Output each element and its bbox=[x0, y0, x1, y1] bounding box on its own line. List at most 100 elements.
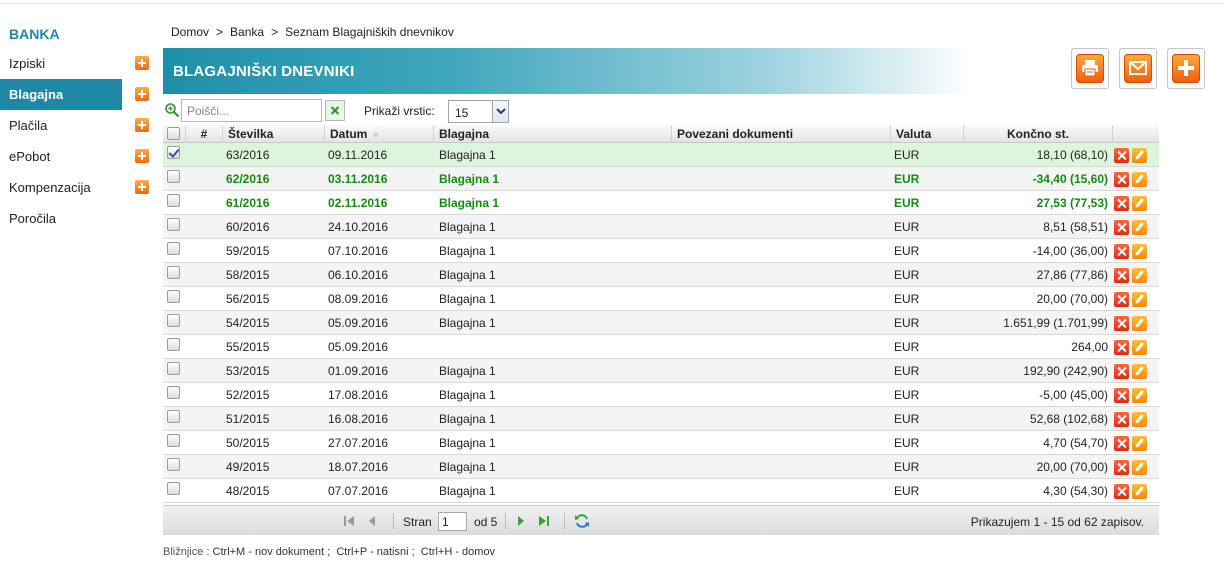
previous-page-icon[interactable] bbox=[366, 515, 378, 527]
table-row[interactable]: 49/2015 18.07.2016 Blagajna 1 EUR 20,00 (70,… bbox=[163, 455, 1159, 479]
edit-icon[interactable] bbox=[1132, 196, 1147, 211]
edit-icon[interactable] bbox=[1132, 364, 1147, 379]
edit-icon[interactable] bbox=[1132, 484, 1147, 499]
delete-icon[interactable] bbox=[1114, 436, 1129, 451]
edit-icon[interactable] bbox=[1132, 292, 1147, 307]
table-row[interactable]: 55/2015 05.09.2016 EUR 264,00 bbox=[163, 335, 1159, 359]
page-number-input[interactable]: 1 bbox=[438, 512, 467, 531]
sidebar-item-label[interactable]: Plačila bbox=[0, 110, 122, 141]
edit-icon[interactable] bbox=[1132, 244, 1147, 259]
column-povezani-dokumenti[interactable]: Povezani dokumenti bbox=[671, 125, 890, 143]
row-checkbox[interactable] bbox=[167, 290, 180, 303]
edit-icon[interactable] bbox=[1132, 460, 1147, 475]
column-koncno-stanje[interactable]: Končno st. bbox=[963, 125, 1112, 143]
column-valuta[interactable]: Valuta bbox=[890, 125, 963, 143]
sidebar-item-kompenzacija[interactable]: Kompenzacija bbox=[0, 172, 160, 203]
sidebar-item-blagajna[interactable]: Blagajna bbox=[0, 79, 160, 110]
edit-icon[interactable] bbox=[1132, 412, 1147, 427]
edit-icon[interactable] bbox=[1132, 340, 1147, 355]
sidebar-item-label[interactable]: Kompenzacija bbox=[0, 172, 122, 203]
rows-per-page-select[interactable]: 15 bbox=[448, 100, 509, 123]
delete-icon[interactable] bbox=[1114, 148, 1129, 163]
sidebar-item-label[interactable]: Izpiski bbox=[0, 48, 122, 79]
edit-icon[interactable] bbox=[1132, 268, 1147, 283]
row-checkbox[interactable] bbox=[167, 146, 180, 159]
row-checkbox[interactable] bbox=[167, 362, 180, 375]
table-row[interactable]: 60/2016 24.10.2016 Blagajna 1 EUR 8,51 (58,5… bbox=[163, 215, 1159, 239]
row-checkbox[interactable] bbox=[167, 194, 180, 207]
edit-icon[interactable] bbox=[1132, 436, 1147, 451]
column-index[interactable]: # bbox=[185, 125, 222, 143]
clear-search-button[interactable] bbox=[325, 100, 345, 121]
row-checkbox[interactable] bbox=[167, 458, 180, 471]
table-row[interactable]: 59/2015 07.10.2016 Blagajna 1 EUR -14,00 (36… bbox=[163, 239, 1159, 263]
table-row[interactable]: 61/2016 02.11.2016 Blagajna 1 EUR 27,53 (77,… bbox=[163, 191, 1159, 215]
plus-icon[interactable] bbox=[135, 56, 149, 70]
row-checkbox[interactable] bbox=[167, 170, 180, 183]
sidebar-item-label[interactable]: Blagajna bbox=[0, 79, 122, 110]
delete-icon[interactable] bbox=[1114, 244, 1129, 259]
row-checkbox[interactable] bbox=[167, 314, 180, 327]
plus-icon[interactable] bbox=[135, 180, 149, 194]
row-checkbox[interactable] bbox=[167, 434, 180, 447]
table-row[interactable]: 56/2015 08.09.2016 Blagajna 1 EUR 20,00 (70,… bbox=[163, 287, 1159, 311]
column-stevilka[interactable]: Številka bbox=[222, 125, 324, 143]
breadcrumb-home[interactable]: Domov bbox=[171, 25, 209, 39]
table-row[interactable]: 58/2015 06.10.2016 Blagajna 1 EUR 27,86 (77,… bbox=[163, 263, 1159, 287]
row-checkbox[interactable] bbox=[167, 386, 180, 399]
delete-icon[interactable] bbox=[1114, 316, 1129, 331]
sidebar-item-label[interactable]: ePobot bbox=[0, 141, 122, 172]
row-checkbox[interactable] bbox=[167, 266, 180, 279]
plus-icon[interactable] bbox=[135, 149, 149, 163]
refresh-icon[interactable] bbox=[574, 513, 590, 529]
select-all-checkbox[interactable] bbox=[167, 127, 180, 140]
row-checkbox[interactable] bbox=[167, 482, 180, 495]
sidebar-item-label[interactable]: Poročila bbox=[0, 203, 122, 234]
delete-icon[interactable] bbox=[1114, 460, 1129, 475]
table-row[interactable]: 52/2015 17.08.2016 Blagajna 1 EUR -5,00 (45,… bbox=[163, 383, 1159, 407]
print-button[interactable] bbox=[1071, 48, 1109, 89]
row-checkbox[interactable] bbox=[167, 410, 180, 423]
search-input[interactable] bbox=[181, 99, 322, 122]
chevron-down-icon[interactable] bbox=[492, 101, 508, 122]
last-page-icon[interactable] bbox=[538, 515, 550, 527]
edit-icon[interactable] bbox=[1132, 316, 1147, 331]
next-page-icon[interactable] bbox=[515, 515, 527, 527]
delete-icon[interactable] bbox=[1114, 364, 1129, 379]
column-blagajna[interactable]: Blagajna bbox=[433, 125, 671, 143]
edit-icon[interactable] bbox=[1132, 388, 1147, 403]
row-checkbox[interactable] bbox=[167, 218, 180, 231]
table-row[interactable]: 62/2016 03.11.2016 Blagajna 1 EUR -34,40 (15… bbox=[163, 167, 1159, 191]
sidebar-item-epobot[interactable]: ePobot bbox=[0, 141, 160, 172]
table-row[interactable]: 63/2016 09.11.2016 Blagajna 1 EUR 18,10 (68,… bbox=[163, 143, 1159, 167]
delete-icon[interactable] bbox=[1114, 484, 1129, 499]
plus-icon[interactable] bbox=[135, 118, 149, 132]
breadcrumb-banka[interactable]: Banka bbox=[230, 25, 264, 39]
edit-icon[interactable] bbox=[1132, 172, 1147, 187]
search-icon[interactable] bbox=[164, 102, 180, 118]
add-button[interactable] bbox=[1167, 48, 1205, 89]
table-row[interactable]: 48/2015 07.07.2016 Blagajna 1 EUR 4,30 (54,3… bbox=[163, 479, 1159, 503]
delete-icon[interactable] bbox=[1114, 292, 1129, 307]
sidebar-item-pla-ila[interactable]: Plačila bbox=[0, 110, 160, 141]
delete-icon[interactable] bbox=[1114, 412, 1129, 427]
sidebar-item-izpiski[interactable]: Izpiski bbox=[0, 48, 160, 79]
plus-icon[interactable] bbox=[135, 87, 149, 101]
delete-icon[interactable] bbox=[1114, 172, 1129, 187]
row-checkbox[interactable] bbox=[167, 338, 180, 351]
table-row[interactable]: 51/2015 16.08.2016 Blagajna 1 EUR 52,68 (102… bbox=[163, 407, 1159, 431]
edit-icon[interactable] bbox=[1132, 148, 1147, 163]
delete-icon[interactable] bbox=[1114, 220, 1129, 235]
email-button[interactable] bbox=[1119, 48, 1157, 89]
delete-icon[interactable] bbox=[1114, 388, 1129, 403]
sidebar-item-poro-ila[interactable]: Poročila bbox=[0, 203, 160, 234]
first-page-icon[interactable] bbox=[343, 515, 355, 527]
column-datum[interactable]: Datum ▼ bbox=[324, 125, 433, 143]
delete-icon[interactable] bbox=[1114, 340, 1129, 355]
table-row[interactable]: 54/2015 05.09.2016 Blagajna 1 EUR 1.651,99 (… bbox=[163, 311, 1159, 335]
delete-icon[interactable] bbox=[1114, 268, 1129, 283]
row-checkbox[interactable] bbox=[167, 242, 180, 255]
delete-icon[interactable] bbox=[1114, 196, 1129, 211]
table-row[interactable]: 50/2015 27.07.2016 Blagajna 1 EUR 4,70 (54,7… bbox=[163, 431, 1159, 455]
table-row[interactable]: 53/2015 01.09.2016 Blagajna 1 EUR 192,90 (24… bbox=[163, 359, 1159, 383]
